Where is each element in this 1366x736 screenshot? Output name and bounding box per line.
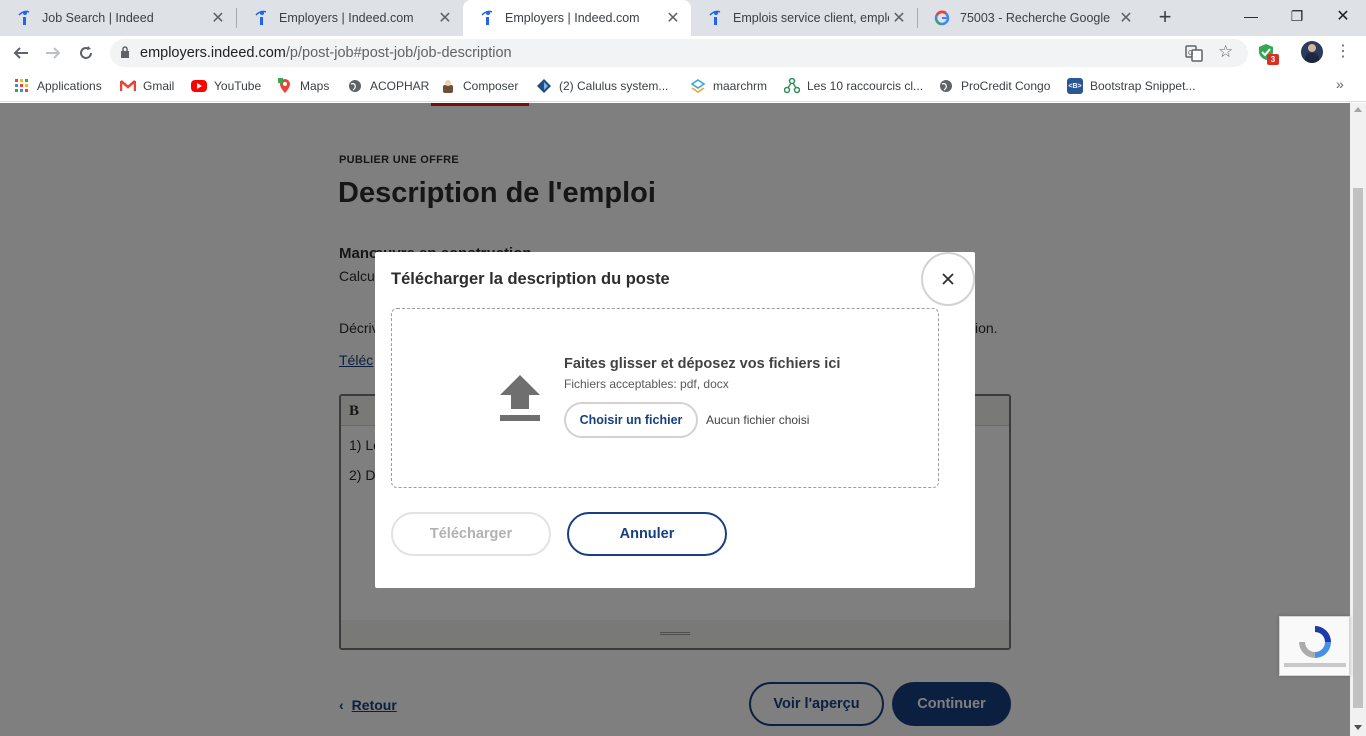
bookmark-label: Applications: [37, 79, 102, 93]
lock-icon: [120, 45, 132, 61]
new-tab-icon[interactable]: +: [1152, 6, 1178, 30]
tab-title: Job Search | Indeed: [42, 11, 154, 25]
close-icon[interactable]: [921, 252, 975, 306]
bookmark-youtube[interactable]: YouTube: [191, 76, 261, 96]
gmail-icon: [120, 78, 136, 94]
no-file-label: Aucun fichier choisi: [706, 413, 810, 427]
choose-file-button[interactable]: Choisir un fichier: [564, 402, 698, 438]
indeed-icon: [707, 10, 723, 26]
page-scrollbar[interactable]: [1350, 103, 1366, 736]
menu-dots-icon[interactable]: ⋮: [1335, 42, 1351, 62]
upload-icon: [498, 373, 542, 423]
translate-icon[interactable]: G: [1185, 44, 1203, 62]
bookmark-label: Maps: [300, 79, 330, 93]
browser-toolbar: employers.indeed.com/p/post-job#post-job…: [0, 36, 1366, 70]
recaptcha-badge[interactable]: [1279, 616, 1350, 676]
bookmark-label: YouTube: [214, 79, 262, 93]
close-window-icon[interactable]: ✕: [1320, 0, 1366, 32]
extension-badge: 3: [1267, 54, 1279, 65]
browser-tab[interactable]: Job Search | Indeed ✕: [0, 0, 236, 36]
cancel-button[interactable]: Annuler: [567, 512, 727, 556]
bookmark-label: maarchrm: [713, 79, 768, 93]
upload-button[interactable]: Télécharger: [391, 512, 551, 556]
star-icon[interactable]: ☆: [1218, 42, 1233, 62]
bookmark-label: ProCredit Congo: [961, 79, 1051, 93]
scroll-down-icon[interactable]: [1354, 725, 1362, 730]
dialog-title: Télécharger la description du poste: [391, 270, 670, 288]
page-viewport: PUBLIER UNE OFFRE Description de l'emplo…: [0, 103, 1350, 736]
close-tab-icon[interactable]: ✕: [208, 8, 228, 28]
close-tab-icon[interactable]: ✕: [889, 8, 909, 28]
browser-tab[interactable]: 75003 - Recherche Google ✕: [918, 0, 1144, 36]
close-tab-icon[interactable]: ✕: [1116, 8, 1136, 28]
close-tab-icon[interactable]: ✕: [435, 8, 455, 28]
bootstrap-icon: <B>: [1067, 78, 1083, 94]
indeed-icon: [479, 10, 495, 26]
scrollbar-thumb[interactable]: [1353, 188, 1363, 708]
minimize-icon[interactable]: —: [1228, 0, 1274, 32]
composer-icon: [440, 78, 456, 94]
bookmark-bootstrap[interactable]: <B> Bootstrap Snippet...: [1067, 76, 1195, 96]
dropzone-subtitle: Fichiers acceptables: pdf, docx: [564, 377, 729, 391]
bookmark-label: Les 10 raccourcis cl...: [807, 79, 924, 93]
avatar[interactable]: [1301, 41, 1323, 63]
tab-title: Employers | Indeed.com: [505, 11, 640, 25]
apps-grid-icon: [14, 78, 30, 94]
bookmark-applications[interactable]: Applications: [14, 76, 102, 96]
globe-icon: [347, 78, 363, 94]
youtube-icon: [191, 80, 207, 92]
tab-title: Employers | Indeed.com: [279, 11, 414, 25]
bookmark-raccourcis[interactable]: Les 10 raccourcis cl...: [784, 76, 923, 96]
bookmark-label: Bootstrap Snippet...: [1090, 79, 1196, 93]
file-dropzone[interactable]: Faites glisser et déposez vos fichiers i…: [391, 308, 939, 488]
browser-tab[interactable]: Emplois service client, emploi | ✕: [691, 0, 917, 36]
bookmark-label: (2) Calulus system...: [559, 79, 669, 93]
bookmark-site-icon: [536, 78, 552, 94]
scroll-up-icon[interactable]: [1354, 107, 1362, 112]
close-tab-icon[interactable]: ✕: [663, 8, 683, 28]
forward-arrow-icon[interactable]: [40, 40, 66, 66]
google-icon: [934, 10, 950, 26]
bookmark-acophar[interactable]: ACOPHAR: [347, 76, 429, 96]
shield-extension-icon[interactable]: 3: [1257, 43, 1279, 65]
bookmark-procredit[interactable]: ProCredit Congo: [938, 76, 1050, 96]
bookmarks-bar: Applications Gmail YouTube Maps ACOPHAR …: [0, 70, 1366, 102]
globe-icon: [938, 78, 954, 94]
maps-icon: [277, 78, 293, 94]
bookmark-composer[interactable]: Composer: [440, 76, 518, 96]
reload-icon[interactable]: [73, 40, 99, 66]
address-bar[interactable]: employers.indeed.com/p/post-job#post-job…: [110, 39, 1248, 67]
browser-tab-strip: Job Search | Indeed ✕ Employers | Indeed…: [0, 0, 1366, 36]
indeed-icon: [16, 10, 32, 26]
back-arrow-icon[interactable]: [8, 40, 34, 66]
bookmarks-overflow-icon[interactable]: »: [1336, 76, 1344, 92]
tab-title: 75003 - Recherche Google: [960, 11, 1111, 25]
recaptcha-icon: [1296, 623, 1334, 661]
bookmark-maps[interactable]: Maps: [277, 76, 329, 96]
dropzone-title: Faites glisser et déposez vos fichiers i…: [564, 356, 841, 372]
svg-text:G: G: [1188, 50, 1193, 57]
url-host: employers.indeed.com: [140, 45, 286, 61]
bookmark-label: Gmail: [143, 79, 175, 93]
bookmark-gmail[interactable]: Gmail: [120, 76, 174, 96]
bookmark-maarchrm[interactable]: maarchrm: [690, 76, 767, 96]
indeed-icon: [253, 10, 269, 26]
restore-icon[interactable]: ❐: [1274, 0, 1320, 32]
maarch-icon: [690, 78, 706, 94]
recaptcha-footer-icon: [1284, 663, 1346, 667]
url-text: employers.indeed.com/p/post-job#post-job…: [140, 45, 512, 61]
browser-tab[interactable]: Employers | Indeed.com ✕: [237, 0, 463, 36]
upload-dialog: Télécharger la description du poste Fait…: [375, 252, 975, 588]
bookmark-label: Composer: [463, 79, 519, 93]
network-icon: [784, 78, 800, 94]
bookmark-calulus[interactable]: (2) Calulus system...: [536, 76, 668, 96]
browser-tab-active[interactable]: Employers | Indeed.com ✕: [463, 0, 691, 36]
url-path: /p/post-job#post-job/job-description: [285, 45, 512, 61]
bookmark-label: ACOPHAR: [370, 79, 430, 93]
tab-title: Emplois service client, emploi |: [733, 11, 889, 25]
